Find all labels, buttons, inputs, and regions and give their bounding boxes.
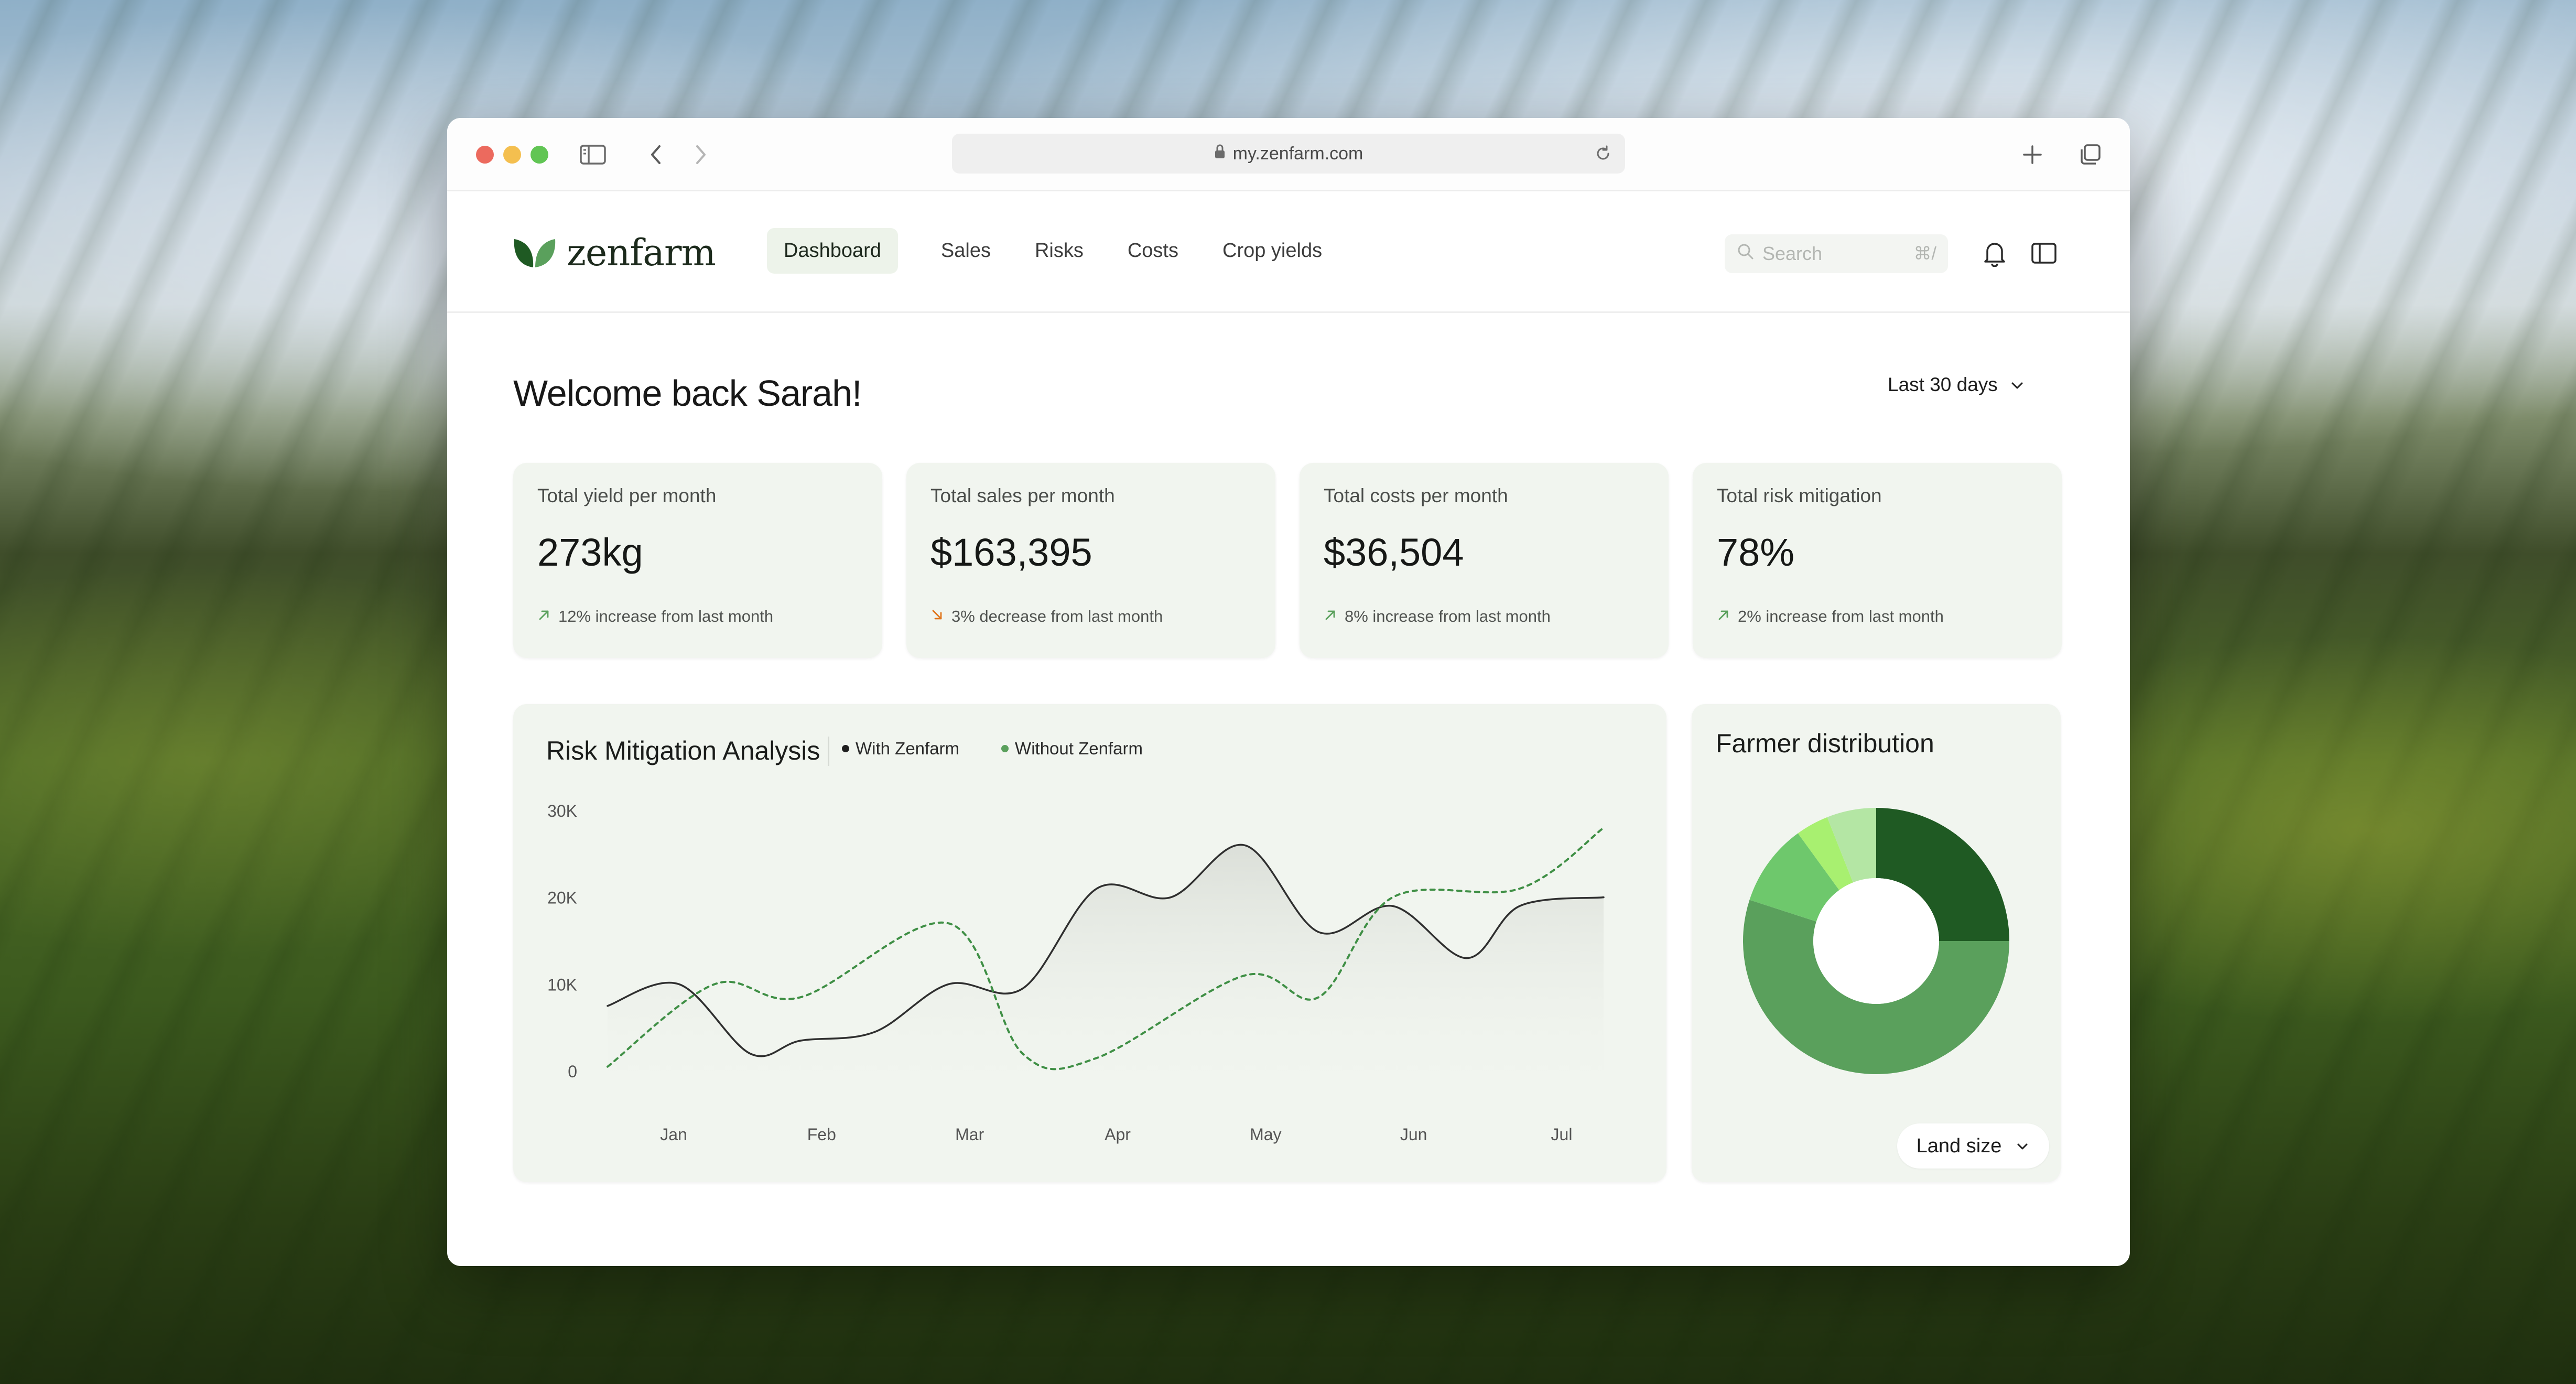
- window-controls: [476, 146, 548, 164]
- farmer-distribution-panel: Farmer distribution Land size: [1692, 704, 2061, 1182]
- arrow-up-right-icon: [537, 607, 551, 626]
- stat-delta-text: 8% increase from last month: [1345, 607, 1551, 625]
- series-area-with-zenfarm: [608, 845, 1604, 1102]
- browser-window: my.zenfarm.com zenfarm Dashboard Sales R…: [447, 118, 2130, 1266]
- y-tick-label: 10K: [547, 975, 577, 994]
- stat-delta-text: 3% decrease from last month: [951, 607, 1163, 625]
- search-placeholder: Search: [1762, 243, 1823, 264]
- date-range-label: Last 30 days: [1888, 374, 1998, 395]
- close-window-button[interactable]: [476, 146, 494, 164]
- stat-value: $36,504: [1324, 531, 1464, 574]
- chevron-down-icon: [2009, 374, 2025, 396]
- stat-delta: 3% decrease from last month: [930, 607, 1163, 626]
- land-size-label: Land size: [1916, 1134, 2002, 1157]
- stat-value: 78%: [1717, 531, 1795, 574]
- url-text: my.zenfarm.com: [1232, 143, 1363, 164]
- donut-hole: [1813, 878, 1939, 1004]
- stat-title: Total costs per month: [1324, 485, 1508, 506]
- back-arrow-icon[interactable]: [642, 141, 669, 168]
- x-tick-label: Jan: [660, 1125, 687, 1144]
- stat-delta-text: 12% increase from last month: [558, 607, 774, 625]
- stat-card-risk[interactable]: Total risk mitigation 78% 2% increase fr…: [1693, 463, 2062, 658]
- forward-arrow-icon[interactable]: [687, 141, 715, 168]
- stat-card-sales[interactable]: Total sales per month $163,395 3% decrea…: [906, 463, 1275, 658]
- browser-toolbar: my.zenfarm.com: [447, 118, 2130, 191]
- minimize-window-button[interactable]: [503, 146, 521, 164]
- date-range-select[interactable]: Last 30 days: [1888, 374, 2025, 396]
- nav-crop-yields[interactable]: Crop yields: [1206, 228, 1339, 274]
- stat-delta: 2% increase from last month: [1717, 607, 1944, 626]
- stat-title: Total yield per month: [537, 485, 717, 506]
- stat-delta-text: 2% increase from last month: [1738, 607, 1944, 625]
- nav-risks[interactable]: Risks: [1018, 228, 1100, 274]
- stat-title: Total risk mitigation: [1717, 485, 1882, 506]
- x-tick-label: Jul: [1551, 1125, 1573, 1144]
- y-tick-label: 0: [568, 1062, 577, 1081]
- stat-title: Total sales per month: [930, 485, 1115, 506]
- x-tick-label: Mar: [955, 1125, 984, 1144]
- page-title: Welcome back Sarah!: [513, 373, 862, 414]
- arrow-up-right-icon: [1324, 607, 1337, 626]
- x-tick-label: Feb: [807, 1125, 836, 1144]
- nav-costs[interactable]: Costs: [1111, 228, 1195, 274]
- main-nav: Dashboard Sales Risks Costs Crop yields: [767, 228, 1339, 274]
- tab-overview-icon[interactable]: [2076, 141, 2104, 168]
- logo[interactable]: zenfarm: [512, 231, 716, 274]
- stat-value: 273kg: [537, 531, 643, 574]
- stat-delta: 8% increase from last month: [1324, 607, 1551, 626]
- app-header: zenfarm Dashboard Sales Risks Costs Crop…: [447, 191, 2130, 313]
- x-tick-label: May: [1250, 1125, 1281, 1144]
- logo-text: zenfarm: [567, 231, 716, 274]
- risk-chart-panel: Risk Mitigation Analysis With Zenfarm Wi…: [513, 704, 1666, 1182]
- panel-toggle-icon[interactable]: [2028, 237, 2060, 269]
- stat-delta: 12% increase from last month: [537, 607, 773, 626]
- stats-row: Total yield per month 273kg 12% increase…: [513, 463, 2062, 658]
- sidebar-toggle-icon[interactable]: [579, 141, 607, 168]
- arrow-down-right-icon: [930, 607, 944, 626]
- x-tick-label: Apr: [1105, 1125, 1131, 1144]
- stat-card-costs[interactable]: Total costs per month $36,504 8% increas…: [1300, 463, 1669, 658]
- arrow-up-right-icon: [1717, 607, 1730, 626]
- stat-card-yield[interactable]: Total yield per month 273kg 12% increase…: [513, 463, 882, 658]
- line-chart: 30K 20K 10K 0 Jan Feb Mar Apr May Jun Jul: [547, 802, 1605, 1144]
- new-tab-icon[interactable]: [2019, 141, 2046, 168]
- donut-chart: [1743, 808, 2009, 1074]
- stat-value: $163,395: [930, 531, 1092, 574]
- chevron-down-icon: [2015, 1135, 2030, 1158]
- nav-dashboard[interactable]: Dashboard: [767, 228, 898, 274]
- maximize-window-button[interactable]: [531, 146, 548, 164]
- search-input[interactable]: Search ⌘/: [1725, 234, 1948, 273]
- search-icon: [1736, 242, 1755, 266]
- x-tick-label: Jun: [1400, 1125, 1427, 1144]
- leaf-logo-icon: [512, 235, 557, 271]
- y-tick-label: 20K: [547, 889, 577, 907]
- search-shortcut: ⌘/: [1913, 244, 1936, 264]
- reload-icon[interactable]: [1590, 141, 1616, 166]
- y-tick-label: 30K: [547, 802, 577, 820]
- nav-sales[interactable]: Sales: [924, 228, 1008, 274]
- bell-icon[interactable]: [1979, 237, 2010, 269]
- land-size-select[interactable]: Land size: [1897, 1123, 2049, 1169]
- lock-icon: [1214, 144, 1226, 164]
- address-bar[interactable]: my.zenfarm.com: [952, 134, 1625, 174]
